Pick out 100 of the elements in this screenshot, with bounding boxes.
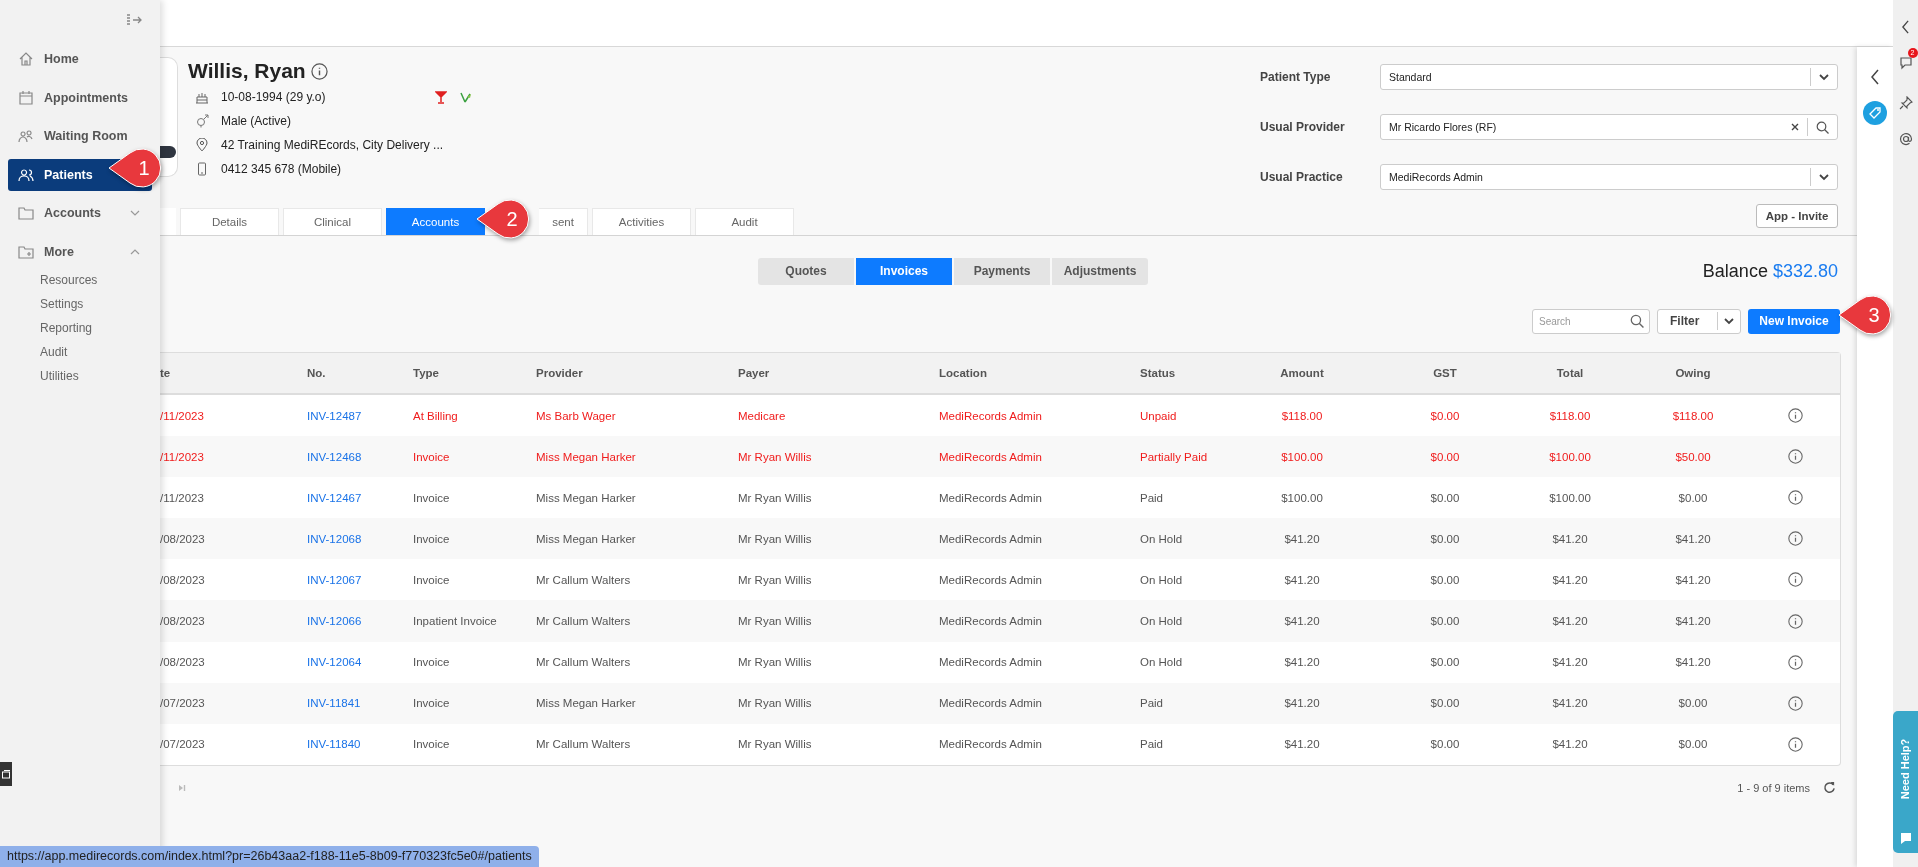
info-icon[interactable] — [1787, 449, 1803, 465]
caret-icon[interactable] — [1819, 73, 1829, 81]
nav-item[interactable]: Waiting Room — [8, 120, 152, 153]
clear-icon[interactable] — [1791, 123, 1799, 131]
chevron-left-icon[interactable] — [1901, 20, 1910, 34]
column-header[interactable]: te — [160, 367, 300, 379]
table-cell-text: MediRecords Admin — [938, 573, 1043, 586]
cocktail-icon — [434, 90, 447, 104]
nav-subitem[interactable]: Settings — [0, 291, 160, 316]
table-cell-text: $100.00 — [1548, 491, 1592, 504]
nav-subitem[interactable]: Audit — [0, 339, 160, 364]
chevron-icon[interactable] — [130, 210, 140, 217]
column-header[interactable]: Total — [1526, 367, 1614, 379]
info-icon[interactable] — [1787, 736, 1803, 752]
table-cell-text: Unpaid — [1139, 409, 1178, 422]
invoice-link[interactable]: INV-12064 — [300, 656, 406, 669]
chevron-icon[interactable] — [130, 248, 140, 255]
invoice-link[interactable]: INV-12467 — [300, 491, 406, 504]
collapse-icon[interactable] — [126, 13, 142, 27]
segment-tab[interactable]: Quotes — [758, 257, 854, 285]
info-icon[interactable] — [1787, 490, 1803, 506]
caret-icon[interactable] — [1819, 173, 1829, 181]
info-icon[interactable] — [1787, 695, 1803, 711]
nav-subitem[interactable]: Utilities — [0, 363, 160, 388]
table-cell-text: $41.20 — [1283, 573, 1321, 586]
tab[interactable]: Activities — [592, 208, 691, 235]
column-header[interactable]: Payer — [731, 367, 932, 379]
search-field[interactable]: Search — [1532, 308, 1650, 334]
table-cell-text: Miss Megan Harker — [535, 697, 637, 710]
table-cell-text: On Hold — [1139, 615, 1184, 627]
segment-tab[interactable]: Invoices — [856, 257, 952, 285]
new-invoice-button[interactable]: New Invoice — [1748, 308, 1840, 334]
column-header[interactable]: Status — [1133, 367, 1240, 379]
info-icon[interactable] — [1787, 654, 1803, 670]
chevron-left-icon[interactable] — [1870, 69, 1880, 85]
lookup-field[interactable]: Mr Ricardo Flores (RF) — [1380, 114, 1838, 140]
invoice-link[interactable]: INV-12468 — [300, 450, 406, 463]
nav-item[interactable]: Appointments — [8, 81, 152, 114]
table-cell-text: $0.00 — [1677, 697, 1709, 710]
chat-icon[interactable] — [1898, 56, 1913, 70]
pin-icon[interactable] — [1898, 96, 1913, 110]
column-header[interactable]: Amount — [1240, 367, 1364, 379]
column-header[interactable]: Location — [932, 367, 1133, 379]
invoice-link[interactable]: INV-12487 — [300, 409, 406, 422]
nav-subitem[interactable]: Resources — [0, 267, 160, 292]
column-header[interactable]: Provider — [529, 367, 731, 379]
table-cell-text: $41.20 — [1674, 656, 1712, 669]
tab[interactable]: Clinical — [283, 208, 382, 235]
invoice-link[interactable]: INV-12067 — [300, 573, 406, 586]
nav-item[interactable]: Home — [8, 43, 152, 75]
nav-subitem[interactable]: Reporting — [0, 315, 160, 340]
table-cell-text: $0.00 — [1429, 450, 1461, 463]
column-header[interactable]: Owing — [1614, 367, 1772, 379]
app-invite-button[interactable]: App - Invite — [1756, 204, 1838, 228]
invoice-link[interactable]: INV-11840 — [300, 738, 406, 751]
info-icon[interactable] — [1787, 408, 1803, 424]
table-cell-text: $118.00 — [1548, 409, 1592, 422]
table-cell-text: /11/2023 — [160, 491, 205, 504]
invoice-link[interactable]: INV-11841 — [300, 697, 406, 710]
table-cell-text: Paid — [1139, 738, 1165, 751]
filter-button[interactable]: Filter — [1657, 308, 1741, 334]
table-cell-text: MediRecords Admin — [938, 491, 1043, 504]
tab[interactable]: Audit — [695, 208, 794, 235]
column-header[interactable]: GST — [1364, 367, 1526, 379]
tab[interactable]: Details — [180, 208, 279, 235]
segment-tab[interactable]: Adjustments — [1052, 257, 1148, 285]
info-icon[interactable] — [310, 62, 328, 80]
tab[interactable]: Accounts — [386, 208, 485, 235]
refresh-icon[interactable] — [1823, 781, 1836, 795]
balance-label: Balance — [1702, 260, 1768, 281]
search-icon[interactable] — [1630, 313, 1644, 328]
table-cell-text: Mr Callum Walters — [535, 615, 632, 627]
info-icon[interactable] — [1787, 613, 1803, 629]
select-field[interactable]: MediRecords Admin — [1380, 164, 1838, 190]
column-header[interactable]: Type — [406, 367, 529, 379]
info-icon[interactable] — [1787, 572, 1803, 588]
segment-tab[interactable]: Payments — [954, 257, 1050, 285]
info-icon[interactable] — [1787, 531, 1803, 547]
tag-icon[interactable] — [1863, 101, 1887, 125]
search-icon[interactable] — [1816, 120, 1829, 134]
table-cell-text: Mr Ryan Willis — [737, 697, 813, 710]
column-header[interactable]: No. — [300, 367, 406, 379]
invoice-link[interactable]: INV-12068 — [300, 532, 406, 545]
table-cell-text: Mr Callum Walters — [535, 573, 632, 586]
patient-name: Willis, Ryan — [188, 59, 306, 83]
table-cell-text: Invoice — [412, 532, 451, 545]
at-sign-icon[interactable] — [1898, 132, 1913, 146]
table-cell-text: /07/2023 — [160, 738, 206, 751]
table-cell-text: Partially Paid — [1139, 450, 1209, 463]
table-cell-text: $0.00 — [1677, 738, 1709, 751]
side-tab[interactable] — [0, 762, 12, 786]
invoice-link[interactable]: INV-12066 — [300, 615, 406, 627]
table-cell-text: MediRecords Admin — [938, 450, 1043, 463]
caret-icon[interactable] — [1724, 317, 1734, 325]
nav-item[interactable]: Accounts — [8, 197, 152, 230]
table-cell-text: Mr Callum Walters — [535, 656, 632, 669]
nav-item[interactable]: More — [8, 235, 152, 268]
nav-icon — [18, 128, 34, 145]
select-field[interactable]: Standard — [1380, 64, 1838, 90]
tab[interactable]: sent — [539, 208, 588, 235]
